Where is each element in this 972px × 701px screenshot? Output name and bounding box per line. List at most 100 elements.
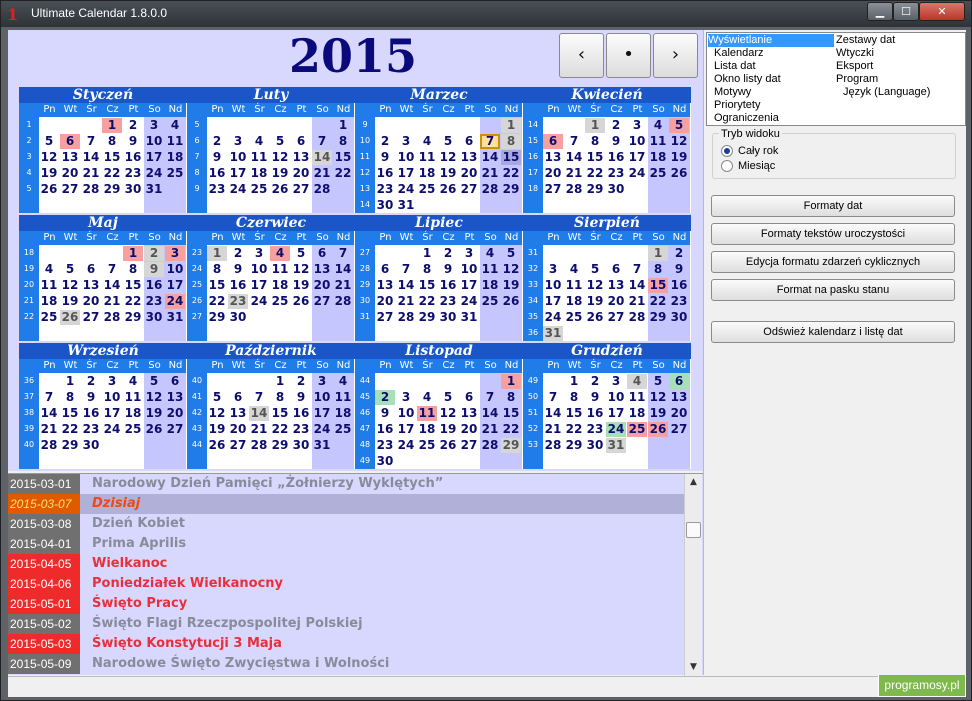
day-cell[interactable]: 17 (249, 278, 269, 293)
day-cell[interactable]: 3 (228, 134, 248, 149)
day-cell[interactable]: 11 (564, 278, 584, 293)
day-cell[interactable]: 28 (564, 182, 584, 197)
day-cell[interactable]: 25 (564, 310, 584, 325)
day-cell[interactable]: 13 (375, 278, 395, 293)
day-cell[interactable]: 27 (459, 182, 479, 197)
close-button[interactable]: ✕ (919, 2, 965, 21)
day-cell[interactable]: 21 (102, 294, 122, 309)
day-cell[interactable]: 3 (144, 118, 164, 133)
day-cell[interactable]: 5 (669, 118, 689, 133)
day-cell[interactable]: 8 (333, 134, 353, 149)
day-cell[interactable]: 13 (669, 390, 689, 405)
day-cell[interactable]: 22 (207, 294, 227, 309)
day-cell[interactable]: 29 (123, 310, 143, 325)
day-cell[interactable]: 31 (312, 438, 332, 453)
day-cell[interactable]: 8 (60, 390, 80, 405)
day-cell[interactable]: 14 (543, 406, 563, 421)
day-cell[interactable]: 30 (375, 198, 395, 213)
day-cell[interactable]: 20 (228, 422, 248, 437)
day-cell[interactable]: 10 (144, 134, 164, 149)
day-cell[interactable]: 7 (102, 262, 122, 277)
day-cell[interactable]: 12 (669, 134, 689, 149)
day-cell[interactable]: 18 (123, 406, 143, 421)
day-cell[interactable]: 28 (81, 182, 101, 197)
day-cell[interactable]: 5 (207, 390, 227, 405)
day-cell[interactable]: 6 (165, 374, 185, 389)
day-cell[interactable]: 15 (207, 278, 227, 293)
day-cell[interactable]: 17 (228, 166, 248, 181)
day-cell[interactable]: 15 (123, 278, 143, 293)
settings-category-list[interactable]: Wyświetlanie Kalendarz Lista dat Okno listy… (706, 32, 966, 126)
day-cell[interactable]: 2 (123, 118, 143, 133)
day-cell[interactable]: 20 (312, 278, 332, 293)
day-cell[interactable]: 25 (333, 422, 353, 437)
day-cell[interactable]: 6 (228, 390, 248, 405)
day-cell[interactable]: 31 (543, 326, 563, 341)
day-cell[interactable]: 7 (39, 390, 59, 405)
day-cell[interactable]: 13 (165, 390, 185, 405)
day-cell[interactable]: 18 (417, 166, 437, 181)
day-cell[interactable]: 22 (60, 422, 80, 437)
day-cell[interactable]: 4 (417, 134, 437, 149)
day-cell[interactable]: 17 (165, 278, 185, 293)
day-cell[interactable]: 25 (270, 294, 290, 309)
day-cell[interactable]: 31 (396, 198, 416, 213)
day-cell[interactable]: 16 (123, 150, 143, 165)
settings-category-item[interactable]: Ograniczenia (708, 112, 834, 125)
day-cell[interactable]: 1 (501, 374, 521, 389)
day-cell[interactable]: 3 (165, 246, 185, 261)
day-cell[interactable]: 14 (39, 406, 59, 421)
day-cell[interactable]: 1 (102, 118, 122, 133)
day-cell[interactable]: 13 (291, 150, 311, 165)
day-cell[interactable]: 15 (648, 278, 668, 293)
settings-category-item[interactable]: Lista dat (708, 60, 834, 73)
day-cell[interactable]: 30 (375, 454, 395, 469)
day-cell[interactable]: 8 (270, 390, 290, 405)
day-cell[interactable]: 29 (564, 438, 584, 453)
day-cell[interactable]: 14 (564, 150, 584, 165)
day-cell[interactable]: 1 (417, 246, 437, 261)
day-cell[interactable]: 2 (669, 246, 689, 261)
day-cell[interactable]: 1 (270, 374, 290, 389)
day-cell[interactable]: 24 (165, 294, 185, 309)
day-cell[interactable]: 13 (459, 150, 479, 165)
settings-category-item[interactable]: Okno listy dat (708, 73, 834, 86)
day-cell[interactable]: 13 (81, 278, 101, 293)
cyclic-event-format-button[interactable]: Edycja formatu zdarzeń cyklicznych (711, 251, 955, 273)
day-cell[interactable]: 6 (669, 374, 689, 389)
day-cell[interactable]: 24 (396, 438, 416, 453)
day-cell[interactable]: 31 (459, 310, 479, 325)
day-cell[interactable]: 11 (123, 390, 143, 405)
day-cell[interactable]: 11 (627, 390, 647, 405)
day-cell[interactable]: 1 (123, 246, 143, 261)
day-cell[interactable]: 21 (543, 422, 563, 437)
day-cell[interactable]: 4 (249, 134, 269, 149)
day-cell[interactable]: 12 (438, 150, 458, 165)
day-cell[interactable]: 20 (606, 294, 626, 309)
day-cell[interactable]: 25 (417, 438, 437, 453)
day-cell[interactable]: 18 (564, 294, 584, 309)
date-list[interactable]: 2015-03-01 Narodowy Dzień Pamięci „Żołnie… (8, 473, 703, 676)
day-cell[interactable]: 9 (81, 390, 101, 405)
day-cell[interactable]: 8 (501, 134, 521, 149)
day-cell[interactable]: 26 (207, 438, 227, 453)
day-cell[interactable]: 20 (459, 422, 479, 437)
settings-category-item[interactable]: Eksport (836, 60, 873, 73)
maximize-button[interactable]: ☐ (893, 2, 919, 21)
day-cell[interactable]: 6 (375, 262, 395, 277)
day-cell[interactable]: 27 (375, 310, 395, 325)
day-cell[interactable]: 6 (291, 134, 311, 149)
day-cell[interactable]: 19 (438, 166, 458, 181)
day-cell[interactable]: 1 (333, 118, 353, 133)
day-cell[interactable]: 20 (291, 166, 311, 181)
day-cell[interactable]: 25 (123, 422, 143, 437)
day-cell[interactable]: 19 (60, 294, 80, 309)
day-cell[interactable]: 20 (459, 166, 479, 181)
day-cell[interactable]: 15 (501, 406, 521, 421)
day-cell[interactable]: 22 (501, 422, 521, 437)
day-cell[interactable]: 17 (606, 406, 626, 421)
day-cell[interactable]: 21 (249, 422, 269, 437)
day-cell[interactable]: 18 (627, 406, 647, 421)
view-mode-year-radio[interactable]: Cały rok (721, 144, 921, 158)
day-cell[interactable]: 20 (669, 406, 689, 421)
